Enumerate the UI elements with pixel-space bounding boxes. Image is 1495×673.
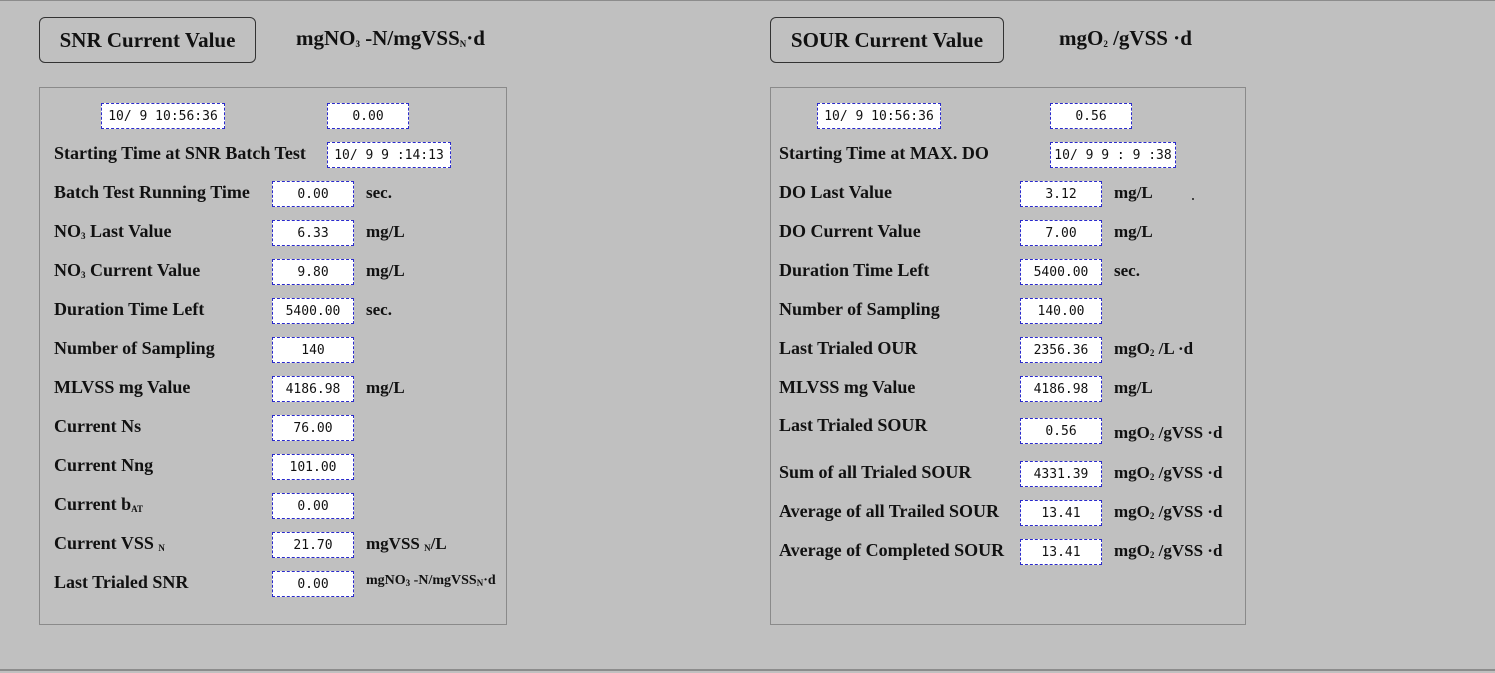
snr-current-value-field: 0.00 xyxy=(327,103,409,129)
snr-duration-left-unit: sec. xyxy=(366,300,392,319)
snr-mlvss-unit: mg/L xyxy=(366,378,405,397)
snr-sampling-count-field: 140 xyxy=(272,337,354,363)
sour-sum-trialed-unit: mgO2 /gVSS ·d xyxy=(1114,463,1223,482)
sour-last-our-label: Last Trialed OUR xyxy=(779,338,918,358)
top-border xyxy=(0,0,1495,1)
sour-duration-left-unit: sec. xyxy=(1114,261,1140,280)
sour-do-current-unit: mg/L xyxy=(1114,222,1153,241)
snr-last-trialed-label: Last Trialed SNR xyxy=(54,572,189,592)
snr-datetime-field: 10/ 9 10:56:36 xyxy=(101,103,225,129)
sour-current-value-field: 0.56 xyxy=(1050,103,1132,129)
snr-current-bat-field: 0.00 xyxy=(272,493,354,519)
sour-do-current-label: DO Current Value xyxy=(779,221,921,241)
sour-start-time-label: Starting Time at MAX. DO xyxy=(779,143,989,163)
sour-mlvss-unit: mg/L xyxy=(1114,378,1153,397)
snr-mlvss-label: MLVSS mg Value xyxy=(54,377,191,397)
sour-datetime-field: 10/ 9 10:56:36 xyxy=(817,103,941,129)
snr-current-vss-unit: mgVSS N/L xyxy=(366,534,447,553)
snr-start-time-label: Starting Time at SNR Batch Test xyxy=(54,143,306,163)
sour-do-last-field: 3.12 xyxy=(1020,181,1102,207)
snr-current-vss-label: Current VSS N xyxy=(54,533,165,553)
sour-sum-trialed-field: 4331.39 xyxy=(1020,461,1102,487)
snr-duration-left-field: 5400.00 xyxy=(272,298,354,324)
sour-mlvss-label: MLVSS mg Value xyxy=(779,377,916,397)
sour-avg-trailed-field: 13.41 xyxy=(1020,500,1102,526)
snr-last-trialed-field: 0.00 xyxy=(272,571,354,597)
sour-do-current-field: 7.00 xyxy=(1020,220,1102,246)
sour-mlvss-field: 4186.98 xyxy=(1020,376,1102,402)
snr-current-ns-field: 76.00 xyxy=(272,415,354,441)
snr-running-time-unit: sec. xyxy=(366,183,392,202)
bottom-border xyxy=(0,669,1495,671)
sour-last-our-unit: mgO2 /L ·d xyxy=(1114,339,1194,358)
snr-start-time-field: 10/ 9 9 :14:13 xyxy=(327,142,451,168)
sour-do-last-label: DO Last Value xyxy=(779,182,893,202)
snr-current-ns-label: Current Ns xyxy=(54,416,142,436)
snr-current-value-button[interactable]: SNR Current Value xyxy=(39,17,256,63)
snr-no3-current-field: 9.80 xyxy=(272,259,354,285)
snr-no3-last-label: NO3 Last Value xyxy=(54,221,172,241)
sour-sampling-count-field: 140.00 xyxy=(1020,298,1102,324)
snr-last-trialed-unit: mgNO3 -N/mgVSSN·d xyxy=(366,573,496,588)
sour-avg-trailed-unit: mgO2 /gVSS ·d xyxy=(1114,502,1223,521)
snr-running-time-field: 0.00 xyxy=(272,181,354,207)
snr-unit-header: mgNO3 -N/mgVSSN·d xyxy=(296,26,485,50)
stray-dot xyxy=(1192,198,1194,200)
sour-avg-completed-unit: mgO2 /gVSS ·d xyxy=(1114,541,1223,560)
sour-last-trialed-label: Last Trialed SOUR xyxy=(779,415,928,435)
sour-sum-trialed-label: Sum of all Trialed SOUR xyxy=(779,462,972,482)
sour-last-our-field: 2356.36 xyxy=(1020,337,1102,363)
snr-duration-left-label: Duration Time Left xyxy=(54,299,205,319)
sour-current-value-button[interactable]: SOUR Current Value xyxy=(770,17,1004,63)
snr-mlvss-field: 4186.98 xyxy=(272,376,354,402)
snr-current-bat-label: Current bAT xyxy=(54,494,144,514)
sour-last-trialed-unit: mgO2 /gVSS ·d xyxy=(1114,423,1223,442)
snr-panel: 10/ 9 10:56:36 0.00 Starting Time at SNR… xyxy=(39,87,507,625)
snr-running-time-label: Batch Test Running Time xyxy=(54,182,250,202)
sour-start-time-field: 10/ 9 9 : 9 :38 xyxy=(1050,142,1176,168)
snr-no3-last-unit: mg/L xyxy=(366,222,405,241)
snr-current-vss-field: 21.70 xyxy=(272,532,354,558)
sour-avg-trailed-label: Average of all Trailed SOUR xyxy=(779,501,999,521)
sour-panel: 10/ 9 10:56:36 0.56 Starting Time at MAX… xyxy=(770,87,1246,625)
snr-no3-current-unit: mg/L xyxy=(366,261,405,280)
sour-avg-completed-field: 13.41 xyxy=(1020,539,1102,565)
sour-sampling-count-label: Number of Sampling xyxy=(779,299,940,319)
sour-last-trialed-field: 0.56 xyxy=(1020,418,1102,444)
snr-current-nng-field: 101.00 xyxy=(272,454,354,480)
snr-no3-current-label: NO3 Current Value xyxy=(54,260,201,280)
sour-unit-header: mgO2 /gVSS ·d xyxy=(1059,26,1192,50)
sour-do-last-unit: mg/L xyxy=(1114,183,1153,202)
snr-current-nng-label: Current Nng xyxy=(54,455,154,475)
snr-no3-last-field: 6.33 xyxy=(272,220,354,246)
sour-duration-left-label: Duration Time Left xyxy=(779,260,930,280)
snr-sampling-count-label: Number of Sampling xyxy=(54,338,215,358)
sour-duration-left-field: 5400.00 xyxy=(1020,259,1102,285)
sour-avg-completed-label: Average of Completed SOUR xyxy=(779,540,1005,560)
